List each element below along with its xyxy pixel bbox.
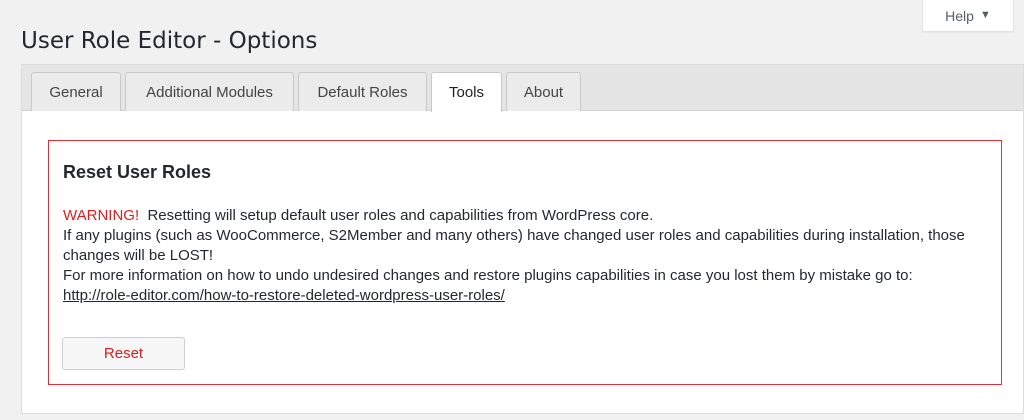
tab-general[interactable]: General — [31, 72, 121, 111]
triangle-down-icon: ▼ — [979, 9, 991, 21]
warning-label: WARNING! — [63, 207, 140, 224]
tab-tools[interactable]: Tools — [431, 72, 502, 112]
reset-user-roles-box: Reset User Roles WARNING! Resetting will… — [48, 140, 1002, 385]
reset-line-1: Resetting will setup default user roles … — [147, 207, 654, 224]
reset-line-2: If any plugins (such as WooCommerce, S2M… — [63, 227, 965, 264]
reset-button[interactable]: Reset — [62, 337, 185, 370]
restore-roles-link[interactable]: http://role-editor.com/how-to-restore-de… — [63, 287, 505, 304]
tabs-bar: General Additional Modules Default Roles… — [22, 65, 1023, 112]
reset-description: WARNING! Resetting will setup default us… — [63, 206, 988, 306]
reset-section-title: Reset User Roles — [63, 162, 212, 182]
tab-default-roles[interactable]: Default Roles — [298, 72, 427, 111]
tab-additional-modules[interactable]: Additional Modules — [125, 72, 294, 111]
options-panel: General Additional Modules Default Roles… — [21, 64, 1024, 414]
help-tab-button[interactable]: Help ▼ — [922, 0, 1014, 32]
page-title: User Role Editor - Options — [21, 28, 318, 54]
help-label: Help — [945, 7, 974, 24]
tab-about[interactable]: About — [506, 72, 581, 111]
reset-line-3: For more information on how to undo unde… — [63, 267, 913, 284]
